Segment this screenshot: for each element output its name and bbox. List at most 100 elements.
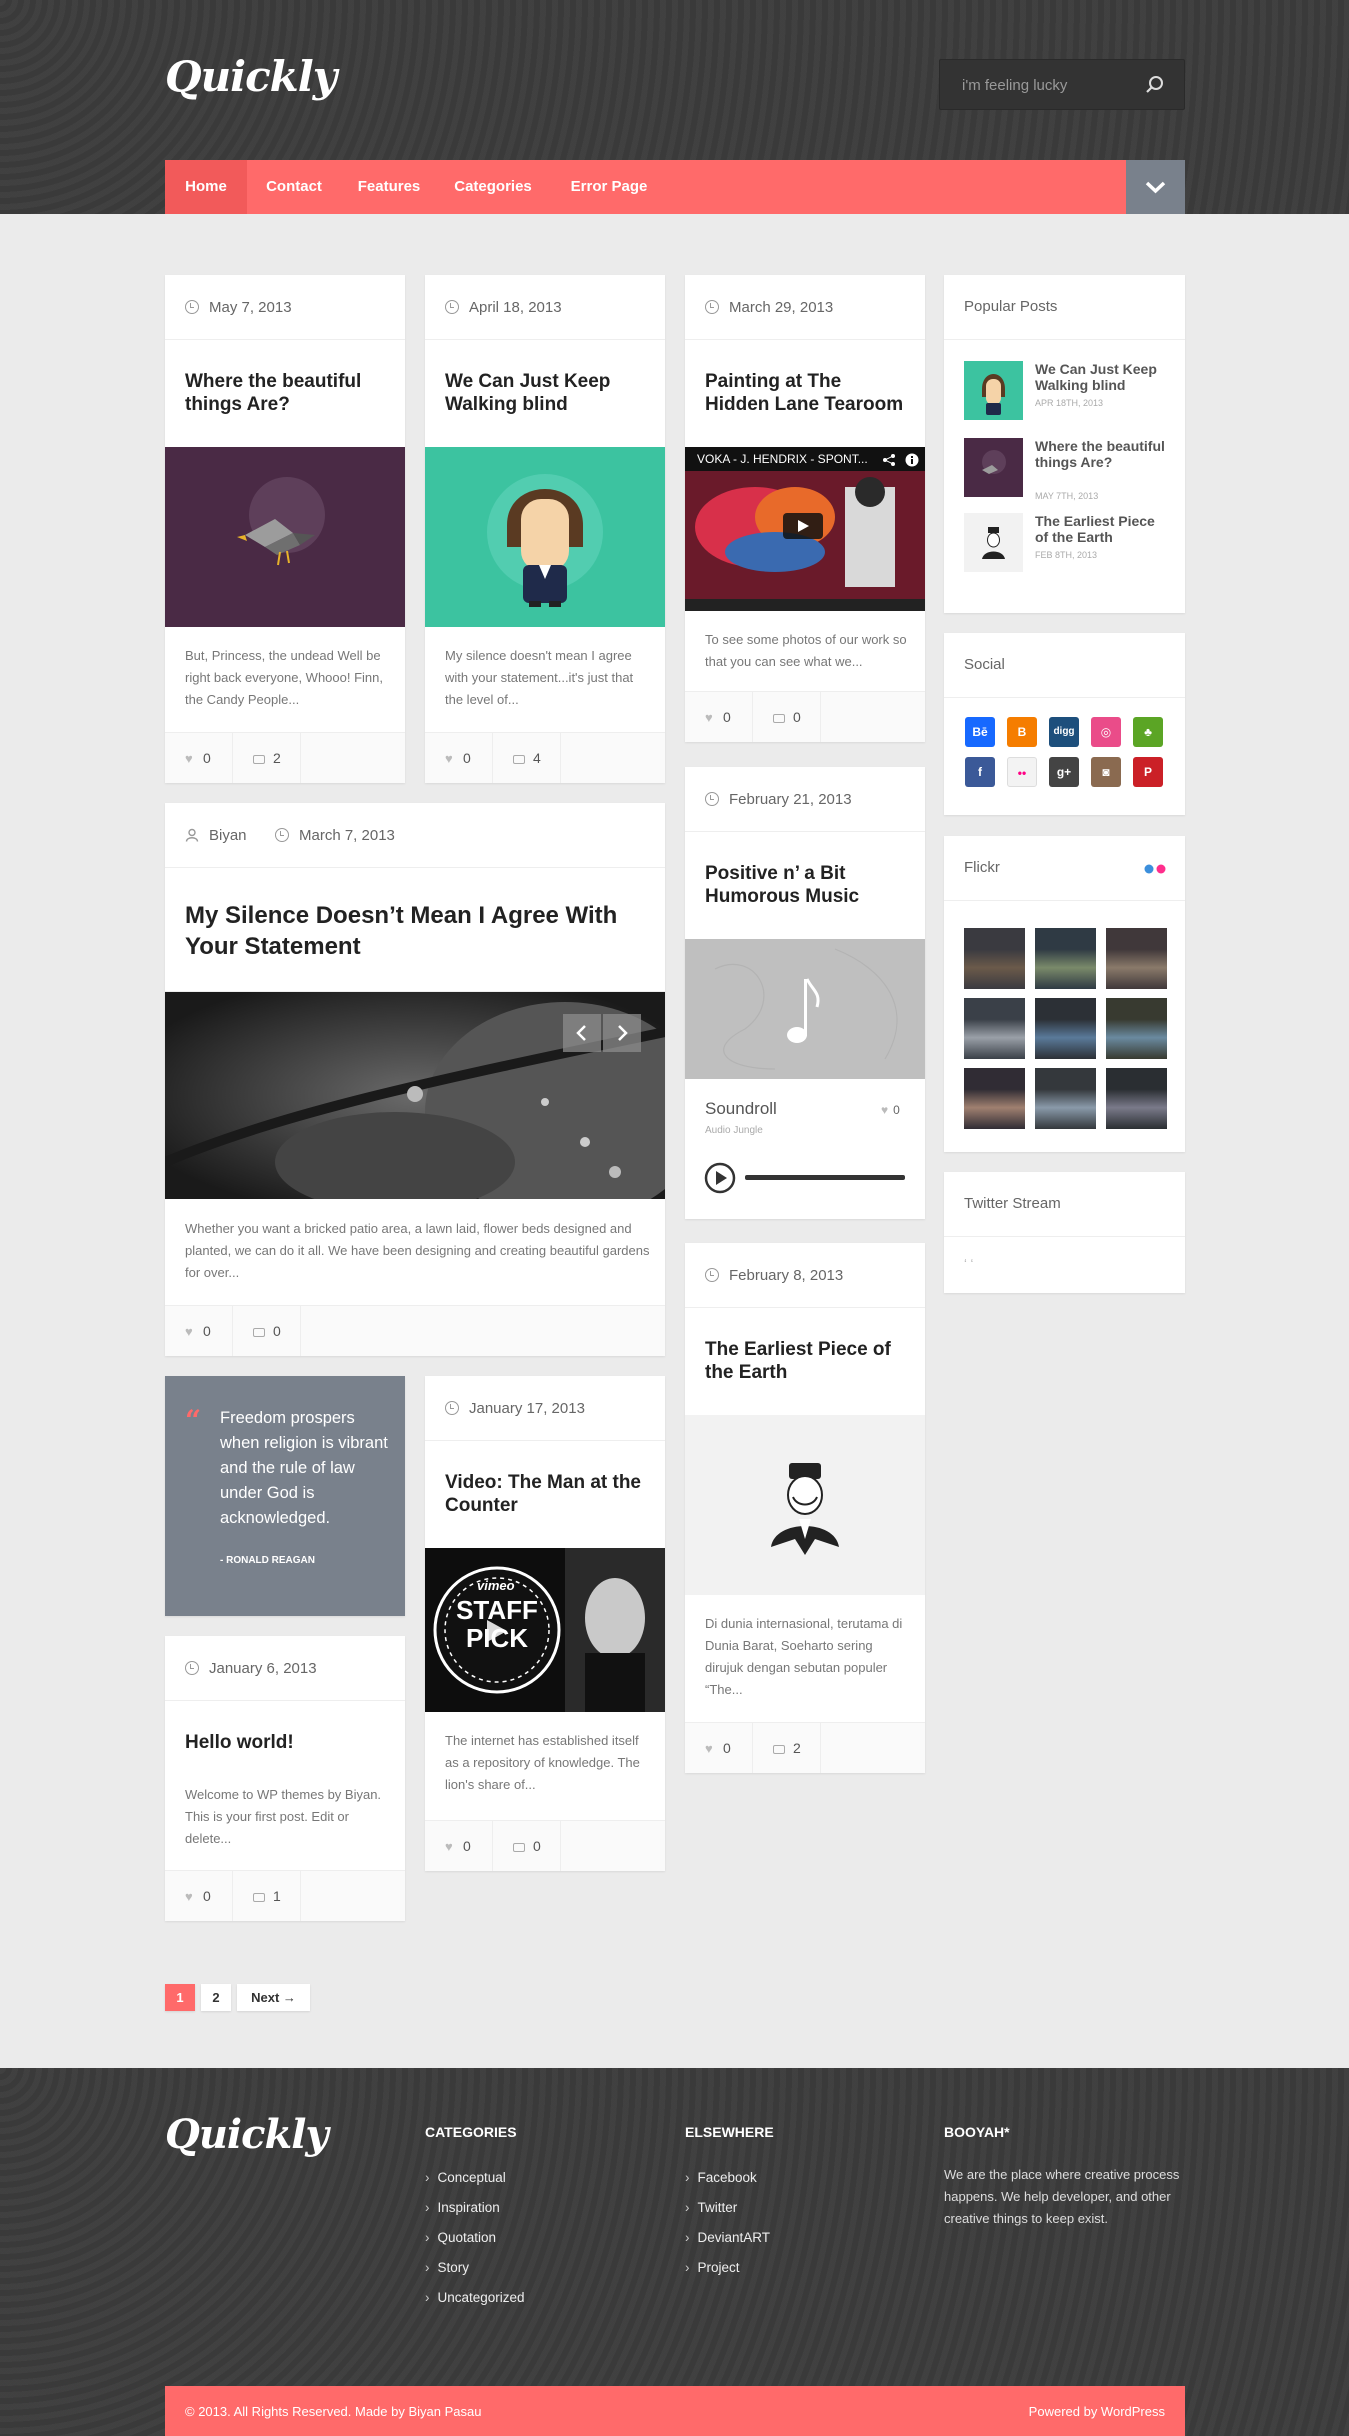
nav-toggle-button[interactable]: [1126, 160, 1185, 214]
slider-next-button[interactable]: [603, 1014, 641, 1052]
digg-icon[interactable]: digg: [1049, 717, 1079, 747]
comments-link[interactable]: 4: [493, 733, 561, 783]
clock-icon: [705, 300, 719, 314]
flickr-photo[interactable]: [964, 928, 1025, 989]
site-header: Quickly Home Contact Features Categories…: [0, 0, 1349, 214]
post-title[interactable]: Painting at The Hidden Lane Tearoom: [705, 370, 910, 416]
footer-elsewhere-link[interactable]: Facebook: [685, 2170, 757, 2185]
footer-category-link[interactable]: Uncategorized: [425, 2290, 525, 2305]
heart-icon: ♥: [881, 1103, 889, 1117]
facebook-icon[interactable]: f: [965, 757, 995, 787]
nav-categories[interactable]: Categories: [437, 160, 549, 214]
post-title[interactable]: We Can Just Keep Walking blind: [445, 370, 650, 416]
powered-by-link[interactable]: Powered by WordPress: [1029, 2404, 1165, 2419]
portrait-illustration: [771, 1463, 839, 1555]
popular-post-title[interactable]: We Can Just Keep Walking blind: [1035, 361, 1170, 393]
like-button[interactable]: ♥ 0: [165, 1871, 233, 1921]
popular-post-item[interactable]: Where the beautiful things Are? MAY 7TH,…: [964, 438, 1174, 501]
nav-features[interactable]: Features: [341, 160, 437, 214]
like-button[interactable]: ♥ 0: [425, 1821, 493, 1871]
blogger-icon[interactable]: B: [1007, 717, 1037, 747]
instagram-icon[interactable]: ◙: [1091, 757, 1121, 787]
like-button[interactable]: ♥ 0: [165, 1306, 233, 1356]
like-button[interactable]: ♥ 0: [685, 1723, 753, 1773]
behance-icon[interactable]: Bē: [965, 717, 995, 747]
flickr-photo[interactable]: [964, 998, 1025, 1059]
footer-elsewhere-link[interactable]: Project: [685, 2260, 740, 2275]
footer-category-link[interactable]: Quotation: [425, 2230, 497, 2245]
flickr-photo[interactable]: [1035, 928, 1096, 989]
post-image[interactable]: [165, 447, 405, 627]
footer-category-link[interactable]: Story: [425, 2260, 470, 2275]
flickr-photo[interactable]: [964, 1068, 1025, 1129]
comments-link[interactable]: 2: [233, 733, 301, 783]
search-icon[interactable]: [1144, 74, 1166, 96]
footer-logo[interactable]: Quickly: [165, 2111, 329, 2158]
post-title[interactable]: My Silence Doesn’t Mean I Agree With You…: [185, 900, 655, 962]
popular-post-title[interactable]: Where the beautiful things Are?: [1035, 438, 1170, 470]
post-image[interactable]: [685, 1415, 925, 1595]
flickr-photo[interactable]: [1106, 928, 1167, 989]
googleplus-icon[interactable]: g+: [1049, 757, 1079, 787]
nav-error-page[interactable]: Error Page: [549, 160, 669, 214]
heart-icon: ♥: [705, 1741, 713, 1756]
post-card: February 21, 2013 Positive n’ a Bit Humo…: [685, 767, 925, 1219]
popular-post-item[interactable]: We Can Just Keep Walking blind APR 18TH,…: [964, 361, 1174, 421]
audio-progress-bar[interactable]: [745, 1175, 905, 1180]
evernote-icon[interactable]: ♣: [1133, 717, 1163, 747]
site-logo[interactable]: Quickly: [165, 52, 337, 101]
flickr-photo[interactable]: [1106, 1068, 1167, 1129]
audio-cover: [685, 939, 925, 1079]
like-button[interactable]: ♥ 0: [685, 692, 753, 742]
video-embed[interactable]: VOKA - J. HENDRIX - SPONT...: [685, 447, 925, 611]
flickr-icon[interactable]: ••: [1007, 757, 1037, 787]
nav-contact[interactable]: Contact: [247, 160, 341, 214]
comments-link[interactable]: 2: [753, 1723, 821, 1773]
audio-likes[interactable]: ♥ 0: [881, 1103, 900, 1117]
like-button[interactable]: ♥ 0: [165, 733, 233, 783]
flickr-photo[interactable]: [1106, 998, 1167, 1059]
footer-categories-title: CATEGORIES: [425, 2124, 517, 2140]
post-date: April 18, 2013: [445, 299, 562, 316]
post-title[interactable]: Positive n’ a Bit Humorous Music: [705, 862, 910, 908]
popular-post-title[interactable]: The Earliest Piece of the Earth: [1035, 513, 1170, 545]
post-footer: ♥ 0 0: [165, 1305, 665, 1356]
post-footer: ♥ 0 2: [165, 732, 405, 783]
comments-link[interactable]: 0: [233, 1306, 301, 1356]
next-page-button[interactable]: Next →: [237, 1984, 310, 2011]
post-date: February 21, 2013: [705, 791, 852, 808]
comments-link[interactable]: 0: [493, 1821, 561, 1871]
post-title[interactable]: The Earliest Piece of the Earth: [705, 1338, 910, 1384]
comment-icon: [513, 755, 525, 764]
post-image[interactable]: [425, 447, 665, 627]
footer-category-link[interactable]: Inspiration: [425, 2200, 500, 2215]
popular-post-item[interactable]: The Earliest Piece of the Earth FEB 8TH,…: [964, 513, 1174, 573]
play-button[interactable]: [704, 1162, 736, 1194]
info-icon[interactable]: [905, 453, 919, 467]
post-title[interactable]: Hello world!: [185, 1731, 390, 1754]
flickr-photo[interactable]: [1035, 1068, 1096, 1129]
search-input[interactable]: [962, 74, 1132, 96]
footer-elsewhere-link[interactable]: Twitter: [685, 2200, 738, 2215]
post-card: January 6, 2013 Hello world! Welcome to …: [165, 1636, 405, 1921]
nav-home[interactable]: Home: [165, 160, 247, 214]
page-2-button[interactable]: 2: [201, 1984, 231, 2011]
flickr-photo[interactable]: [1035, 998, 1096, 1059]
slider-prev-button[interactable]: [563, 1014, 601, 1052]
post-title[interactable]: Video: The Man at the Counter: [445, 1471, 650, 1517]
comments-link[interactable]: 0: [753, 692, 821, 742]
pinterest-icon[interactable]: P: [1133, 757, 1163, 787]
post-footer: ♥ 0 1: [165, 1870, 405, 1921]
share-icon[interactable]: [882, 453, 896, 467]
search-box[interactable]: [939, 59, 1185, 110]
footer-elsewhere-link[interactable]: DeviantART: [685, 2230, 771, 2245]
dribbble-icon[interactable]: ◎: [1091, 717, 1121, 747]
page-1-button[interactable]: 1: [165, 1984, 195, 2011]
footer-category-link[interactable]: Conceptual: [425, 2170, 506, 2185]
staff-pick-badge: STAFF PICK: [456, 1595, 538, 1653]
post-title[interactable]: Where the beautiful things Are?: [185, 370, 390, 416]
like-button[interactable]: ♥ 0: [425, 733, 493, 783]
post-slider[interactable]: [165, 992, 665, 1199]
video-embed[interactable]: vimeo STAFF PICK: [425, 1548, 665, 1712]
comments-link[interactable]: 1: [233, 1871, 301, 1921]
